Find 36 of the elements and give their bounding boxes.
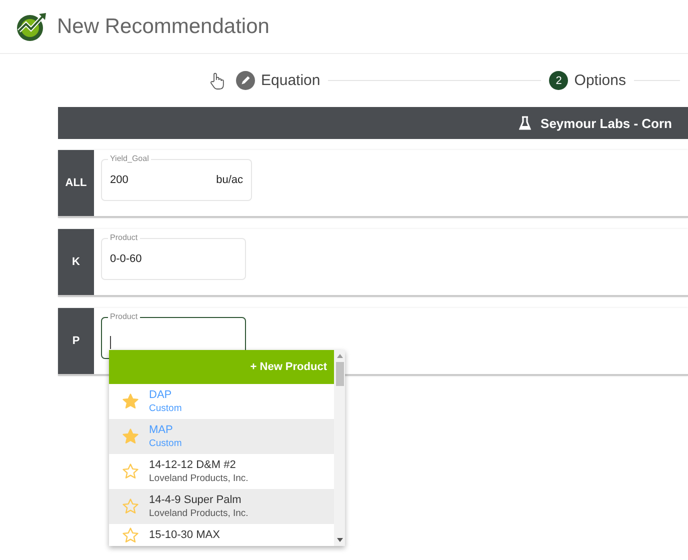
star-icon[interactable] [122, 393, 139, 410]
step-label[interactable]: Equation [261, 72, 320, 89]
hand-cursor-icon [210, 72, 224, 90]
product-name: 14-12-12 D&M #2 [149, 459, 237, 471]
product-name: MAP [149, 424, 174, 436]
product-option[interactable]: 14-12-12 D&M #2 Loveland Products, Inc. [109, 454, 334, 489]
product-name: DAP [149, 389, 173, 401]
field-label: Product [108, 233, 140, 242]
field-label: Product [108, 312, 140, 321]
field-value: 0-0-60 [110, 253, 142, 265]
star-icon[interactable] [122, 428, 139, 445]
page-title: New Recommendation [57, 14, 270, 38]
scrollbar[interactable] [334, 350, 345, 546]
star-icon[interactable] [122, 463, 139, 480]
field-label: Yield_Goal [108, 154, 151, 163]
nutrient-label: P [72, 335, 80, 347]
unit-label: bu/ac [216, 174, 243, 186]
product-name: 15-10-30 MAX [149, 529, 220, 541]
product-name: 14-4-9 Super Palm [149, 494, 242, 506]
product-source: Loveland Products, Inc. [149, 508, 248, 519]
lab-title: Seymour Labs - Corn [540, 116, 672, 130]
product-source: Custom [149, 403, 182, 414]
product-option[interactable]: 14-4-9 Super Palm Loveland Products, Inc. [109, 489, 334, 524]
field-value: 200 [110, 174, 128, 186]
product-source: Custom [149, 438, 182, 449]
step-number: 2 [549, 71, 568, 90]
star-icon[interactable] [122, 498, 139, 515]
step-label[interactable]: Options [574, 72, 626, 89]
nutrient-label: K [72, 256, 80, 268]
flask-icon [518, 116, 531, 130]
logo-icon [15, 10, 49, 42]
pencil-icon [236, 71, 255, 90]
star-icon[interactable] [122, 526, 139, 544]
product-source: Loveland Products, Inc. [149, 473, 248, 484]
product-option[interactable]: 15-10-30 MAX [109, 524, 334, 546]
nutrient-label: ALL [65, 177, 87, 189]
